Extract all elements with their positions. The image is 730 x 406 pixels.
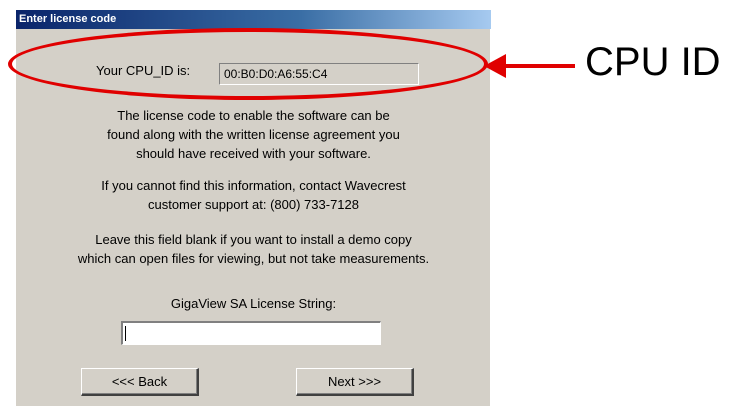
cpu-id-field: 00:B0:D0:A6:55:C4 [219,63,419,85]
demo-info-text: Leave this field blank if you want to in… [77,232,430,266]
license-string-input[interactable] [121,321,381,345]
next-button[interactable]: Next >>> [296,368,414,396]
license-info-text: The license code to enable the software … [107,108,400,161]
callout-arrow-icon [484,54,575,78]
cpu-id-label: Your CPU_ID is: [96,63,191,78]
license-dialog: Enter license code Your CPU_ID is: 00:B0… [15,9,491,406]
text-caret [125,326,126,341]
license-string-label: GigaView SA License String: [170,296,337,311]
dialog-title: Enter license code [16,10,491,29]
support-info-text: If you cannot find this information, con… [101,178,406,212]
cpu-id-callout: CPU ID [585,40,721,84]
back-button[interactable]: <<< Back [81,368,199,396]
